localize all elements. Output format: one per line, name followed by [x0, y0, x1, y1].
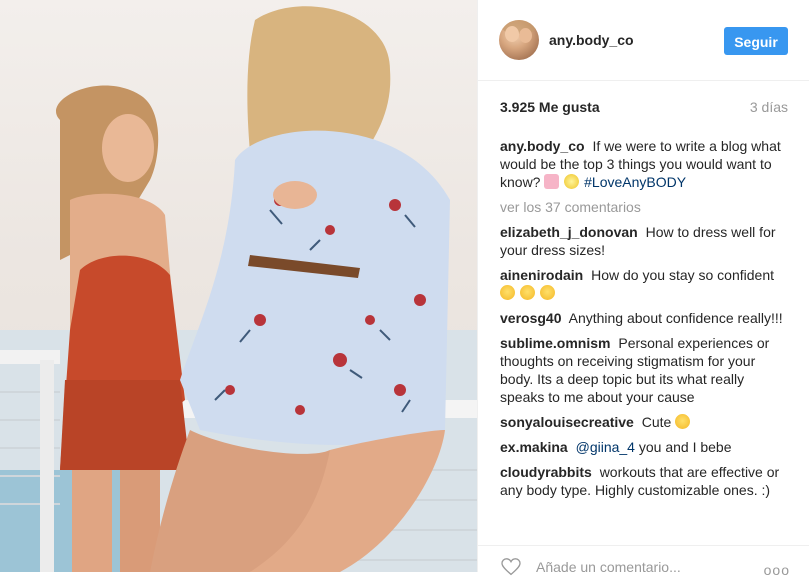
- avatar[interactable]: [499, 20, 539, 60]
- avatar-face-right: [519, 28, 532, 43]
- photo-illustration: [0, 6, 477, 572]
- comment-input[interactable]: [536, 558, 736, 576]
- comment-mention[interactable]: @giina_4: [576, 439, 635, 455]
- author-username[interactable]: any.body_co: [549, 32, 634, 48]
- follow-button[interactable]: Seguir: [724, 27, 788, 55]
- comment-username[interactable]: elizabeth_j_donovan: [500, 224, 638, 240]
- comment-username[interactable]: ainenirodain: [500, 267, 583, 283]
- likes-row: 3.925 Me gusta 3 días: [500, 99, 788, 119]
- people-emoji-icon: [544, 174, 560, 189]
- post-header: any.body_co Seguir: [478, 0, 809, 81]
- list-item: cloudyrabbits workouts that are effectiv…: [500, 463, 790, 499]
- list-item: sonyalouisecreative Cute: [500, 413, 790, 431]
- smile-emoji-icon: [675, 414, 691, 429]
- sad-face-emoji-icon: [519, 285, 535, 300]
- comment-username[interactable]: ex.makina: [500, 439, 568, 455]
- comment-text: How do you stay so confident: [591, 267, 775, 283]
- post-time[interactable]: 3 días: [750, 99, 788, 115]
- caption-username[interactable]: any.body_co: [500, 138, 585, 154]
- comment-username[interactable]: cloudyrabbits: [500, 464, 592, 480]
- comment-text: you and I bebe: [638, 439, 732, 455]
- caption: any.body_co If we were to write a blog w…: [500, 137, 790, 191]
- list-item: sublime.omnism Personal experiences or t…: [500, 334, 790, 406]
- avatar-face-left: [505, 26, 519, 42]
- likes-count[interactable]: 3.925 Me gusta: [500, 99, 600, 115]
- comment-bar: ooo: [478, 545, 809, 578]
- list-item: ex.makina @giina_4 you and I bebe: [500, 438, 790, 456]
- list-item: elizabeth_j_donovan How to dress well fo…: [500, 223, 790, 259]
- post-sidebar: any.body_co Seguir 3.925 Me gusta 3 días…: [477, 0, 809, 578]
- sad-face-emoji-icon: [500, 285, 515, 300]
- comment-username[interactable]: sonyalouisecreative: [500, 414, 634, 430]
- list-item: verosg40 Anything about confidence reall…: [500, 309, 790, 327]
- caption-hashtag[interactable]: #LoveAnyBODY: [584, 174, 686, 190]
- comment-text: Cute: [641, 414, 672, 430]
- more-options-icon[interactable]: ooo: [764, 562, 790, 578]
- comment-username[interactable]: sublime.omnism: [500, 335, 610, 351]
- sad-face-emoji-icon: [539, 285, 555, 300]
- comment-username[interactable]: verosg40: [500, 310, 561, 326]
- comments-list: any.body_co If we were to write a blog w…: [500, 137, 790, 506]
- heart-icon[interactable]: [500, 558, 522, 576]
- list-item: ainenirodain How do you stay so confiden…: [500, 266, 790, 302]
- comment-text: Anything about confidence really!!!: [568, 310, 783, 326]
- view-all-comments-link[interactable]: ver los 37 comentarios: [500, 198, 790, 216]
- post-photo[interactable]: [0, 0, 477, 572]
- sparkle-emoji-icon: [564, 174, 580, 189]
